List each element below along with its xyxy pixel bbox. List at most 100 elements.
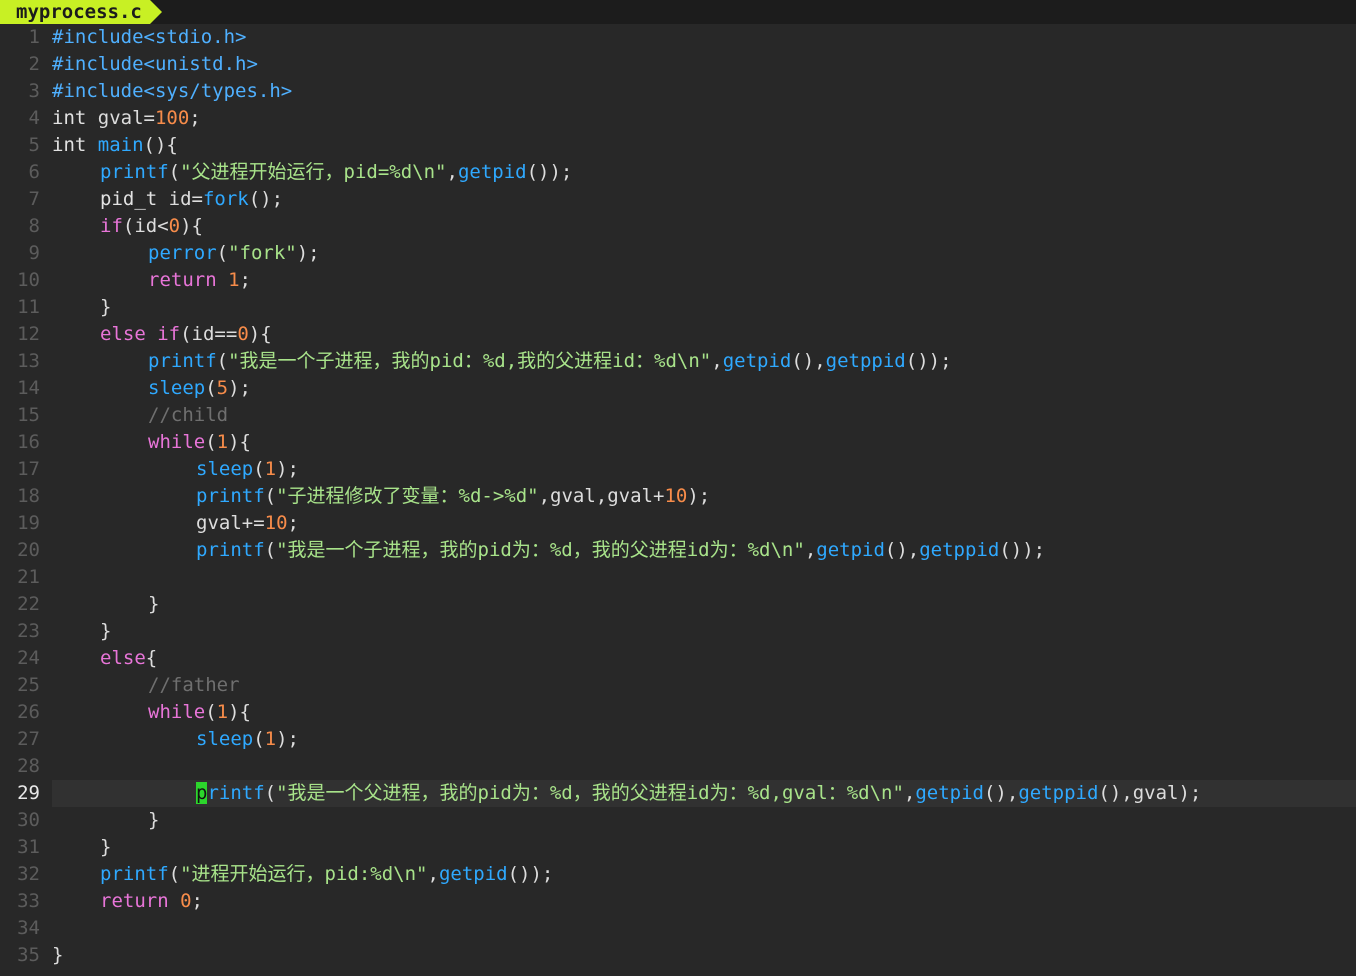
code-line[interactable]: 7 pid_t id=fork(); — [0, 186, 1356, 213]
code-line[interactable]: 9 perror("fork"); — [0, 240, 1356, 267]
code-token: } — [148, 593, 160, 615]
line-number: 2 — [28, 53, 40, 75]
line-code[interactable]: } — [52, 294, 1356, 321]
code-line[interactable]: 3 #include<sys/types.h> — [0, 78, 1356, 105]
code-token: ( — [253, 458, 265, 480]
code-token: ){ — [180, 215, 203, 237]
code-line[interactable]: 1 #include<stdio.h> — [0, 24, 1356, 51]
code-line[interactable]: 24 else{ — [0, 645, 1356, 672]
code-line[interactable]: 35} — [0, 942, 1356, 969]
code-line[interactable]: 5 int main(){ — [0, 132, 1356, 159]
line-code[interactable]: else{ — [52, 645, 1356, 672]
code-line[interactable]: 26 while(1){ — [0, 699, 1356, 726]
code-line[interactable]: 18 printf("子进程修改了变量：%d->%d",gval,gval+10)… — [0, 483, 1356, 510]
code-token: } — [100, 620, 112, 642]
code-token: ( — [168, 863, 181, 885]
line-code[interactable]: //child — [52, 402, 1356, 429]
code-token: return — [148, 269, 217, 291]
code-line[interactable]: 17 sleep(1); — [0, 456, 1356, 483]
code-line[interactable]: 29 printf("我是一个父进程，我的pid为：%d，我的父进程id为：%d,… — [0, 780, 1356, 807]
line-code[interactable]: } — [52, 807, 1356, 834]
line-code[interactable]: } — [52, 942, 1356, 969]
line-code[interactable]: sleep(1); — [52, 456, 1356, 483]
line-number: 34 — [17, 917, 40, 939]
code-line[interactable]: 12 else if(id==0){ — [0, 321, 1356, 348]
line-code[interactable] — [52, 753, 1356, 780]
line-code[interactable]: printf("父进程开始运行，pid=%d\n",getpid()); — [52, 159, 1356, 186]
line-code[interactable]: #include<sys/types.h> — [52, 78, 1356, 105]
line-code[interactable]: } — [52, 834, 1356, 861]
code-line[interactable]: 4 int gval=100; — [0, 105, 1356, 132]
line-code[interactable]: return 0; — [52, 888, 1356, 915]
code-line[interactable]: 11} — [0, 294, 1356, 321]
code-token: ); — [228, 377, 251, 399]
line-code[interactable]: //father — [52, 672, 1356, 699]
code-line[interactable]: 21 — [0, 564, 1356, 591]
line-code[interactable]: while(1){ — [52, 429, 1356, 456]
line-code[interactable]: int gval=100; — [52, 105, 1356, 132]
code-line[interactable]: 6 printf("父进程开始运行，pid=%d\n",getpid()); — [0, 159, 1356, 186]
code-line[interactable]: 14 sleep(5); — [0, 375, 1356, 402]
code-token: ){ — [248, 323, 272, 345]
line-code[interactable]: perror("fork"); — [52, 240, 1356, 267]
code-line[interactable]: 20 printf("我是一个子进程，我的pid为：%d，我的父进程id为：%d\… — [0, 537, 1356, 564]
line-code[interactable]: else if(id==0){ — [52, 321, 1356, 348]
line-number: 20 — [17, 539, 40, 561]
code-line[interactable]: 2 #include<unistd.h> — [0, 51, 1356, 78]
line-code[interactable]: printf("进程开始运行，pid:%d\n",getpid()); — [52, 861, 1356, 888]
line-code[interactable]: printf("我是一个父进程，我的pid为：%d，我的父进程id为：%d,gv… — [52, 780, 1356, 807]
line-number: 15 — [17, 404, 40, 426]
line-number: 25 — [17, 674, 40, 696]
code-line[interactable]: 10 return 1; — [0, 267, 1356, 294]
code-token: ( — [205, 701, 217, 723]
code-line[interactable]: 34 — [0, 915, 1356, 942]
line-number: 1 — [28, 26, 40, 48]
code-line[interactable]: 8 if(id<0){ — [0, 213, 1356, 240]
line-code[interactable]: #include<unistd.h> — [52, 51, 1356, 78]
tabline: myprocess.c — [0, 0, 1356, 24]
line-code[interactable]: #include<stdio.h> — [52, 24, 1356, 51]
code-token: ,gval,gval+ — [538, 485, 665, 507]
code-line[interactable]: 31} — [0, 834, 1356, 861]
code-line[interactable]: 13 printf("我是一个子进程，我的pid：%d,我的父进程id：%d\n"… — [0, 348, 1356, 375]
line-code[interactable]: int main(){ — [52, 132, 1356, 159]
line-number: 31 — [17, 836, 40, 858]
code-line[interactable]: 16 while(1){ — [0, 429, 1356, 456]
code-token: while — [148, 431, 206, 453]
code-line[interactable]: 28 — [0, 753, 1356, 780]
line-code[interactable]: printf("子进程修改了变量：%d->%d",gval,gval+10); — [52, 483, 1356, 510]
line-code[interactable]: sleep(5); — [52, 375, 1356, 402]
code-line[interactable]: 32 printf("进程开始运行，pid:%d\n",getpid()); — [0, 861, 1356, 888]
line-code[interactable]: sleep(1); — [52, 726, 1356, 753]
code-line[interactable]: 15 //child — [0, 402, 1356, 429]
code-editor[interactable]: 1 #include<stdio.h> 2 #include<unistd.h> 3 #i… — [0, 24, 1356, 976]
line-code[interactable]: while(1){ — [52, 699, 1356, 726]
code-token: sleep — [196, 458, 254, 480]
line-code[interactable]: } — [52, 618, 1356, 645]
line-code[interactable]: if(id<0){ — [52, 213, 1356, 240]
line-code[interactable]: printf("我是一个子进程，我的pid：%d,我的父进程id：%d\n",g… — [52, 348, 1356, 375]
line-code[interactable] — [52, 915, 1356, 942]
line-code[interactable]: return 1; — [52, 267, 1356, 294]
code-token: 1 — [264, 458, 277, 480]
line-code[interactable]: } — [52, 591, 1356, 618]
code-line[interactable]: 25 //father — [0, 672, 1356, 699]
file-tab[interactable]: myprocess.c — [0, 0, 162, 24]
code-line[interactable]: 23} — [0, 618, 1356, 645]
code-token: ()); — [526, 161, 573, 183]
code-token: printf — [100, 863, 169, 885]
line-code[interactable]: printf("我是一个子进程，我的pid为：%d，我的父进程id为：%d\n"… — [52, 537, 1356, 564]
line-code[interactable] — [52, 564, 1356, 591]
code-line[interactable]: 30} — [0, 807, 1356, 834]
code-line[interactable]: 27 sleep(1); — [0, 726, 1356, 753]
line-code[interactable]: gval+=10; — [52, 510, 1356, 537]
line-code[interactable]: pid_t id=fork(); — [52, 186, 1356, 213]
code-line[interactable]: 19 gval+=10; — [0, 510, 1356, 537]
line-number: 30 — [17, 809, 40, 831]
code-line[interactable]: 22} — [0, 591, 1356, 618]
code-token: ){ — [228, 431, 251, 453]
code-token: getpid — [816, 539, 885, 561]
code-line[interactable]: 33 return 0; — [0, 888, 1356, 915]
code-token: 0 — [180, 890, 192, 912]
code-token: if — [100, 215, 123, 237]
